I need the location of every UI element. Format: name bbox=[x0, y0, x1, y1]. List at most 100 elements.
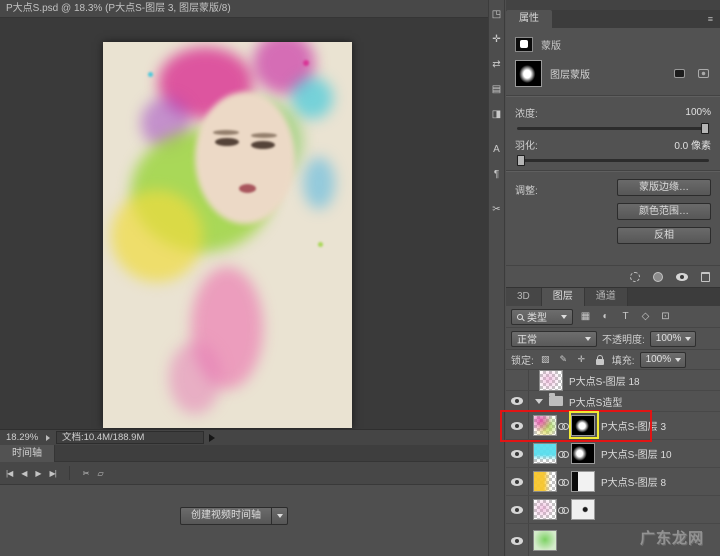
layer-group-row[interactable]: P大点S造型 bbox=[506, 391, 720, 412]
layer-mask-thumbnail[interactable] bbox=[571, 499, 595, 520]
layer-mask-thumbnail[interactable] bbox=[571, 471, 595, 492]
layer-thumbnail[interactable] bbox=[533, 443, 557, 464]
group-name[interactable]: P大点S造型 bbox=[569, 394, 622, 409]
panel-menu-icon[interactable]: ≡ bbox=[708, 14, 714, 24]
lock-position-icon[interactable]: ✛ bbox=[575, 354, 588, 365]
blend-mode-dropdown[interactable]: 正常 bbox=[511, 331, 597, 347]
paragraph-panel-icon[interactable]: ¶ bbox=[489, 164, 505, 186]
feather-slider[interactable] bbox=[517, 159, 709, 162]
invert-button[interactable]: 反相 bbox=[617, 227, 711, 244]
clone-source-panel-icon[interactable]: ✛ bbox=[489, 29, 505, 51]
styles-panel-icon[interactable]: ◨ bbox=[489, 104, 505, 126]
opacity-dropdown[interactable]: 100% bbox=[650, 331, 696, 347]
smart-object-filter-icon[interactable]: ⊡ bbox=[658, 311, 673, 322]
previous-frame-button[interactable]: ◀ bbox=[21, 469, 26, 478]
disclosure-triangle-icon[interactable] bbox=[535, 399, 543, 404]
visibility-toggle[interactable] bbox=[506, 468, 529, 495]
shape-layer-filter-icon[interactable]: ◇ bbox=[638, 311, 653, 322]
adjustment-layer-filter-icon[interactable]: ◐ bbox=[598, 311, 613, 322]
layer-name[interactable]: P大点S-图层 3 bbox=[601, 418, 666, 433]
add-vector-mask-button[interactable] bbox=[695, 67, 711, 80]
layer-thumbnail[interactable] bbox=[533, 530, 557, 551]
tool-presets-panel-icon[interactable]: ✂ bbox=[489, 199, 505, 221]
layer-thumbnail[interactable] bbox=[533, 499, 557, 520]
character-panel-icon[interactable]: A bbox=[489, 139, 505, 161]
adjustments-panel-icon[interactable]: ▤ bbox=[489, 79, 505, 101]
paint-blob bbox=[303, 157, 335, 209]
actions-panel-icon[interactable]: ⇄ bbox=[489, 54, 505, 76]
visibility-toggle[interactable] bbox=[506, 370, 529, 390]
canvas-area[interactable] bbox=[0, 18, 488, 429]
color-range-button[interactable]: 颜色范围… bbox=[617, 203, 711, 220]
create-video-timeline-button[interactable]: 创建视频时间轴 bbox=[180, 507, 272, 525]
lock-image-pixels-icon[interactable]: ✎ bbox=[557, 354, 570, 365]
portrait-eye bbox=[251, 141, 275, 149]
pixel-layer-filter-icon[interactable]: ▦ bbox=[578, 311, 593, 322]
layer-thumbnail[interactable] bbox=[539, 370, 563, 391]
split-clip-button[interactable]: ✂ bbox=[83, 469, 89, 478]
divider bbox=[506, 170, 720, 172]
mask-edge-button[interactable]: 蒙版边缘… bbox=[617, 179, 711, 196]
lock-all-icon[interactable] bbox=[596, 359, 604, 365]
visibility-toggle[interactable] bbox=[506, 440, 529, 467]
type-layer-filter-icon[interactable]: T bbox=[618, 311, 633, 322]
layer-thumbnail[interactable] bbox=[533, 415, 557, 436]
select-pixel-mask-button[interactable] bbox=[671, 67, 687, 80]
zoom-level[interactable]: 18.29% bbox=[0, 432, 46, 443]
tab-3d[interactable]: 3D bbox=[506, 288, 542, 306]
status-options-arrow-icon[interactable] bbox=[209, 434, 215, 442]
delete-mask-icon[interactable] bbox=[701, 272, 710, 282]
layer-row[interactable]: P大点S-图层 18 bbox=[506, 370, 720, 391]
feather-value[interactable]: 0.0 像素 bbox=[674, 137, 711, 152]
photoshop-window: P大点S.psd @ 18.3% (P大点S-图层 3, 图层蒙版/8) bbox=[0, 0, 720, 556]
tab-timeline[interactable]: 时间轴 bbox=[0, 445, 55, 462]
paint-splatter bbox=[318, 242, 323, 247]
mask-link-icon bbox=[558, 477, 570, 487]
transition-button[interactable]: ▱ bbox=[97, 469, 102, 478]
next-frame-button[interactable]: ▶| bbox=[50, 469, 56, 478]
layer-row[interactable]: P大点S-图层 8 bbox=[506, 468, 720, 496]
load-selection-from-mask-icon[interactable] bbox=[630, 272, 640, 282]
feather-slider-knob[interactable] bbox=[517, 155, 525, 166]
layer-row[interactable] bbox=[506, 496, 720, 524]
lock-transparent-pixels-icon[interactable]: ▨ bbox=[539, 354, 552, 365]
mask-actions-footer bbox=[506, 265, 720, 287]
layer-mask-thumbnail[interactable] bbox=[515, 60, 542, 87]
timeline-type-dropdown[interactable] bbox=[272, 507, 288, 525]
layer-mask-thumbnail[interactable] bbox=[571, 415, 595, 436]
visibility-toggle[interactable] bbox=[506, 412, 529, 439]
density-label: 浓度: bbox=[515, 105, 538, 120]
visibility-toggle[interactable] bbox=[506, 391, 529, 411]
play-button[interactable]: ▶ bbox=[35, 469, 40, 478]
density-slider[interactable] bbox=[517, 127, 709, 130]
mask-panel-title: 蒙版 bbox=[541, 37, 561, 52]
tab-channels[interactable]: 通道 bbox=[585, 288, 628, 306]
watercolor-portrait-artwork[interactable] bbox=[103, 42, 352, 428]
tab-layers[interactable]: 图层 bbox=[542, 288, 585, 306]
document-title-bar[interactable]: P大点S.psd @ 18.3% (P大点S-图层 3, 图层蒙版/8) bbox=[0, 0, 488, 18]
visibility-toggle[interactable] bbox=[506, 524, 529, 556]
timeline-panel: 时间轴 |◀ ◀ ▶ ▶| ✂ ▱ 创建视频时间轴 bbox=[0, 445, 488, 556]
layer-mask-thumbnail[interactable] bbox=[571, 443, 595, 464]
divider bbox=[69, 466, 70, 480]
layer-name[interactable]: P大点S-图层 10 bbox=[601, 446, 672, 461]
filter-kind-dropdown[interactable]: 类型 bbox=[511, 309, 573, 325]
tab-properties[interactable]: 属性 bbox=[506, 10, 552, 28]
layer-name[interactable]: P大点S-图层 18 bbox=[569, 373, 640, 388]
fill-dropdown[interactable]: 100% bbox=[640, 352, 686, 368]
layer-row-selected[interactable]: P大点S-图层 3 bbox=[506, 412, 720, 440]
layer-thumbnail[interactable] bbox=[533, 471, 557, 492]
layer-row[interactable]: P大点S-图层 10 bbox=[506, 440, 720, 468]
document-title: P大点S.psd @ 18.3% (P大点S-图层 3, 图层蒙版/8) bbox=[6, 3, 231, 14]
layer-name[interactable]: P大点S-图层 8 bbox=[601, 474, 666, 489]
first-frame-button[interactable]: |◀ bbox=[6, 469, 12, 478]
opacity-value: 100% bbox=[656, 333, 682, 344]
enable-mask-icon[interactable] bbox=[676, 273, 688, 281]
density-slider-knob[interactable] bbox=[701, 123, 709, 134]
paint-blob bbox=[291, 77, 333, 119]
apply-mask-icon[interactable] bbox=[653, 272, 663, 282]
search-icon bbox=[517, 314, 523, 320]
visibility-toggle[interactable] bbox=[506, 496, 529, 523]
density-value[interactable]: 100% bbox=[685, 107, 711, 118]
history-panel-icon[interactable]: ◳ bbox=[489, 4, 505, 26]
